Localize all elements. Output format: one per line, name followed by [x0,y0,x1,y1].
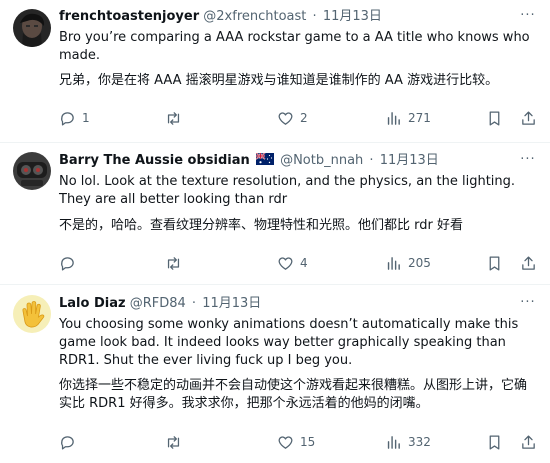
tweet-header: Barry The Aussie obsidian @Notb_nnah · 1… [59,152,510,170]
avatar[interactable] [13,295,51,333]
retweet-icon [167,435,180,449]
tweet-translation: 不是的，哈哈。查看纹理分辨率、物理特性和光照。他们都比 rdr 好看 [59,218,463,233]
retweet-button[interactable] [165,432,188,452]
views-count: 332 [408,435,431,449]
separator: · [312,9,317,24]
reply-button[interactable]: 1 [59,108,90,128]
separator: · [369,153,374,168]
action-bar: 1 2 271 [59,108,538,128]
author-handle[interactable]: @Notb_nnah [280,153,363,168]
like-count: 2 [300,111,308,125]
share-button[interactable] [520,108,537,128]
bookmark-icon [489,255,500,271]
tweet-2[interactable]: Barry The Aussie obsidian @Notb_nnah · 1… [0,142,550,284]
bookmark-button[interactable] [486,253,503,273]
tweet-text: No lol. Look at the texture resolution, … [59,174,516,207]
views-icon [387,435,400,449]
views-icon [387,256,400,270]
views-count: 271 [408,111,431,125]
timestamp[interactable]: 11月13日 [380,153,439,168]
separator: · [191,296,197,311]
retweet-button[interactable] [165,253,188,273]
tweet-translation: 你选择一些不稳定的动画并不会自动使这个游戏看起来很糟糕。从图形上讲，它确实比 R… [59,378,528,411]
views-icon [387,111,400,125]
retweet-button[interactable] [165,108,188,128]
heart-icon [278,111,293,125]
views-count: 205 [408,256,431,270]
retweet-icon [167,111,180,125]
tweet-header: frenchtoastenjoyer @2xfrenchtoast · 11月1… [59,8,510,26]
share-icon [522,255,535,270]
share-icon [522,110,535,125]
avatar[interactable] [13,152,51,190]
like-count: 15 [300,435,316,449]
views-button[interactable]: 271 [385,108,431,128]
reply-button[interactable] [59,253,82,273]
tweet-text: You choosing some wonky animations doesn… [59,317,519,368]
more-options-button[interactable]: ··· [518,294,538,312]
views-button[interactable]: 332 [385,432,431,452]
like-button[interactable]: 15 [277,432,315,452]
timestamp[interactable]: 11月13日 [202,296,261,311]
share-icon [522,434,535,449]
bookmark-button[interactable] [486,432,503,452]
author-name[interactable]: Lalo Diaz [59,296,126,311]
more-options-button[interactable]: ··· [518,151,538,169]
share-button[interactable] [520,432,537,452]
share-button[interactable] [520,253,537,273]
reply-count: 1 [82,111,90,125]
reply-icon [61,256,74,271]
heart-icon [278,256,293,270]
author-name[interactable]: frenchtoastenjoyer [59,9,199,24]
more-options-button[interactable]: ··· [518,7,538,25]
action-bar: 15 332 [59,432,538,452]
author-name[interactable]: Barry The Aussie obsidian [59,153,250,168]
tweet-translation: 兄弟，你是在将 AAA 摇滚明星游戏与谁知道是谁制作的 AA 游戏进行比较。 [59,73,499,88]
avatar[interactable] [13,9,51,47]
tweet-header: Lalo Diaz @RFD84 · 11月13日 [59,295,510,313]
bookmark-icon [489,110,500,126]
bookmark-button[interactable] [486,108,503,128]
tweet-3[interactable]: Lalo Diaz @RFD84 · 11月13日 ··· You choosi… [0,284,550,463]
timestamp[interactable]: 11月13日 [323,9,382,24]
heart-icon [278,435,293,449]
tweet-1[interactable]: frenchtoastenjoyer @2xfrenchtoast · 11月1… [0,0,550,142]
retweet-icon [167,256,180,270]
author-handle[interactable]: @RFD84 [130,296,186,311]
views-button[interactable]: 205 [385,253,431,273]
reply-button[interactable] [59,432,82,452]
action-bar: 4 205 [59,253,538,273]
reply-icon [61,111,74,126]
like-button[interactable]: 2 [277,108,308,128]
like-button[interactable]: 4 [277,253,308,273]
like-count: 4 [300,256,308,270]
australia-flag-icon [255,153,274,165]
bookmark-icon [489,434,500,450]
reply-icon [61,435,74,450]
tweet-text: Bro you’re comparing a AAA rockstar game… [59,30,530,63]
author-handle[interactable]: @2xfrenchtoast [203,9,306,24]
